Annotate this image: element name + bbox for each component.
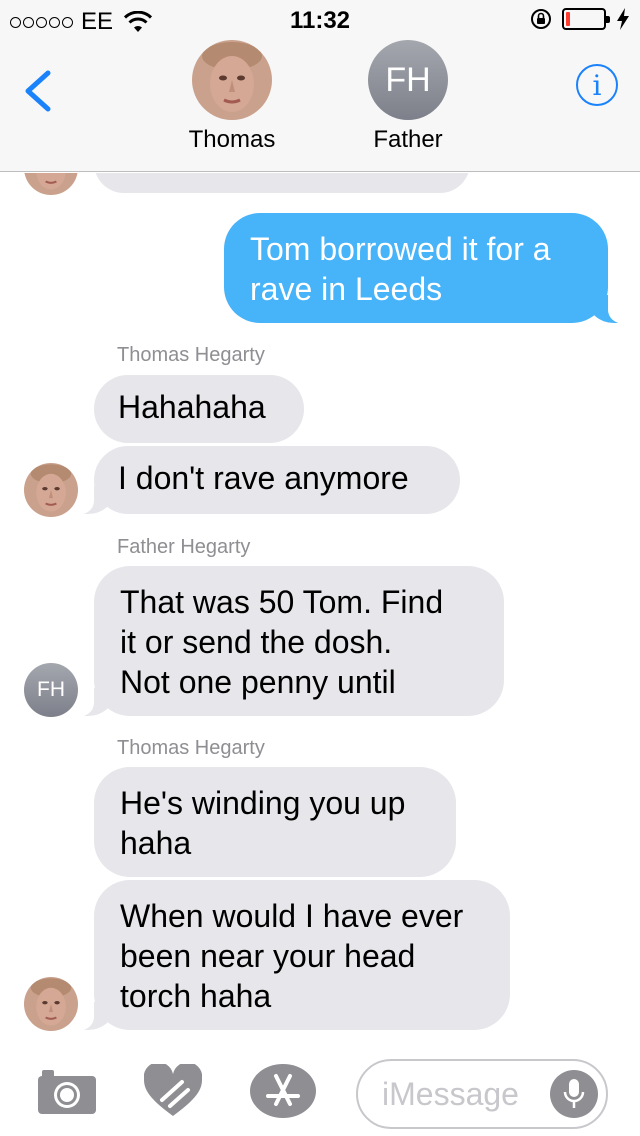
conversation-header: Thomas FH Father i <box>0 40 640 172</box>
message-bubble-incoming[interactable]: When would I have ever been near your he… <box>72 880 510 1031</box>
sender-name: Thomas Hegarty <box>117 344 265 366</box>
message-text-line: Not one penny until <box>120 664 396 700</box>
message-text-line: haha <box>120 825 192 861</box>
message-bubble-clipped[interactable] <box>94 173 470 193</box>
digital-touch-heart-icon[interactable] <box>144 1064 202 1118</box>
message-text-line: Tom borrowed it for a <box>250 231 551 267</box>
participant-name: Thomas <box>188 126 276 153</box>
message-text-line: it or send the dosh. <box>120 624 393 660</box>
status-bar: EE 11:32 <box>0 0 640 40</box>
battery-level <box>566 12 570 26</box>
battery-icon <box>562 8 610 30</box>
message-text-line: rave in Leeds <box>250 271 443 307</box>
info-icon[interactable]: i <box>576 64 618 106</box>
avatar <box>24 173 78 195</box>
microphone-icon[interactable] <box>550 1070 598 1118</box>
message-input-placeholder: iMessage <box>382 1076 519 1112</box>
message-input[interactable]: iMessage <box>356 1059 608 1129</box>
compose-bar: iMessage <box>0 1040 640 1136</box>
message-bubble-incoming[interactable]: I don't rave anymore <box>72 446 460 515</box>
chevron-left-icon[interactable] <box>22 70 54 112</box>
message-bubble-outgoing[interactable]: Tom borrowed it for a rave in Leeds <box>224 213 630 324</box>
app-store-icon[interactable] <box>250 1064 316 1118</box>
rotation-lock-icon <box>531 9 551 29</box>
message-text-line: been near your head <box>120 938 416 974</box>
message-text: I don't rave anymore <box>118 460 409 496</box>
avatar: FH <box>368 40 448 120</box>
message-text-line: torch haha <box>120 978 272 1014</box>
message-bubble-incoming[interactable]: Hahahaha <box>94 375 304 443</box>
camera-icon[interactable] <box>38 1068 96 1114</box>
message-thread[interactable]: Tom borrowed it for a rave in Leeds Thom… <box>0 173 640 1040</box>
sender-name: Father Hegarty <box>117 536 251 558</box>
avatar <box>24 463 78 517</box>
message-text-line: When would I have ever <box>120 898 464 934</box>
message-text: Hahahaha <box>118 389 266 425</box>
participant-thomas[interactable]: Thomas <box>162 40 302 154</box>
participant-name: Father <box>373 126 443 153</box>
avatar <box>192 40 272 120</box>
avatar: FH <box>24 663 78 717</box>
message-text-line: He's winding you up <box>120 785 406 821</box>
charging-bolt-icon <box>617 8 629 30</box>
message-bubble-incoming[interactable]: He's winding you up haha <box>94 767 456 877</box>
message-bubble-incoming[interactable]: That was 50 Tom. Find it or send the dos… <box>72 566 504 717</box>
avatar <box>24 977 78 1031</box>
message-text-line: That was 50 Tom. Find <box>120 584 444 620</box>
sender-name: Thomas Hegarty <box>117 737 265 759</box>
participant-father[interactable]: FH Father <box>338 40 478 154</box>
status-right <box>530 8 630 30</box>
